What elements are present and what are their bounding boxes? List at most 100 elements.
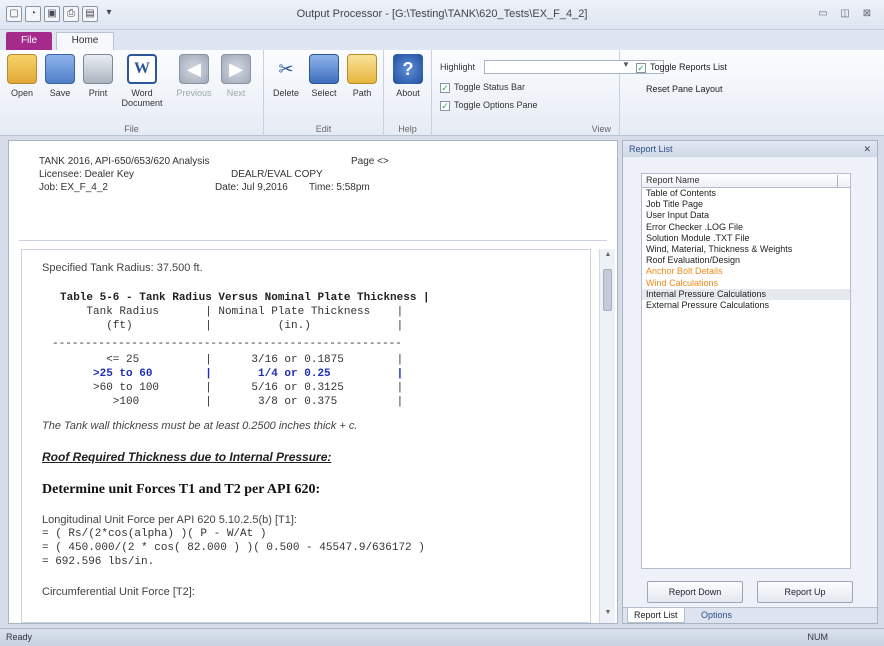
header-date: Date: Jul 9,2016 <box>215 182 288 193</box>
report-up-button[interactable]: Report Up <box>757 581 853 603</box>
edit-group: ✂ Delete Select Path Edit <box>264 50 384 136</box>
report-viewer: TANK 2016, API-650/653/620 Analysis Page… <box>8 140 618 624</box>
table-row: <= 25 | 3/16 or 0.1875 | <box>60 354 404 366</box>
delete-button[interactable]: ✂ Delete <box>268 54 304 98</box>
reset-pane-layout[interactable]: Reset Pane Layout <box>646 84 723 94</box>
minimize-icon[interactable]: ▭ <box>814 6 832 22</box>
report-list: Report Name Table of Contents Job Title P… <box>641 173 851 569</box>
help-group-label: Help <box>398 124 417 134</box>
help-group: ? About Help <box>384 50 432 136</box>
report-list-item[interactable]: External Pressure Calculations <box>642 300 850 311</box>
vertical-scrollbar[interactable]: ▲ ▼ <box>599 249 615 623</box>
tab-options[interactable]: Options <box>695 608 738 623</box>
highlight-label: Highlight <box>440 62 476 72</box>
min-thickness-note: The Tank wall thickness must be at least… <box>42 420 358 432</box>
arrow-right-icon: ▶ <box>221 54 251 84</box>
unit-forces-heading: Determine unit Forces T1 and T2 per API … <box>42 482 321 497</box>
arrow-left-icon: ◀ <box>179 54 209 84</box>
toggle-options-pane[interactable]: ✓ Toggle Options Pane <box>440 100 538 111</box>
help-icon: ? <box>393 54 423 84</box>
equation-result: = 692.596 lbs/in. <box>42 556 155 568</box>
report-list-item[interactable]: Anchor Bolt Details <box>642 266 850 277</box>
roof-thickness-heading: Roof Required Thickness due to Internal … <box>42 450 332 464</box>
word-document-button[interactable]: W Word Document <box>120 54 164 108</box>
print-button[interactable]: Print <box>80 54 116 98</box>
report-list-pane: Report List ✕ Report Name Table of Conte… <box>622 140 878 624</box>
window-title: Output Processor - [G:\Testing\TANK\620_… <box>296 8 588 20</box>
select-button[interactable]: Select <box>306 54 342 98</box>
table-row-highlighted: >25 to 60 | 1/4 or 0.25 | <box>60 368 404 380</box>
scroll-down-icon[interactable]: ▼ <box>600 609 616 621</box>
tab-home[interactable]: Home <box>56 32 114 50</box>
chevron-down-icon[interactable]: ▼ <box>622 60 630 69</box>
toggle-status-bar[interactable]: ✓ Toggle Status Bar <box>440 82 525 93</box>
about-button[interactable]: ? About <box>390 54 426 98</box>
report-header: TANK 2016, API-650/653/620 Analysis Page… <box>19 149 607 241</box>
report-list-item[interactable]: User Input Data <box>642 210 850 221</box>
status-text: Ready <box>6 632 33 642</box>
tab-file[interactable]: File <box>6 32 52 50</box>
num-lock-indicator: NUM <box>807 632 829 642</box>
file-group-label: File <box>124 124 139 134</box>
maximize-icon[interactable]: ◫ <box>836 6 854 22</box>
checkbox-icon[interactable]: ✓ <box>440 100 450 111</box>
report-list-item[interactable]: Table of Contents <box>642 188 850 199</box>
report-down-button[interactable]: Report Down <box>647 581 743 603</box>
header-page: Page <> <box>351 156 389 167</box>
report-name-column-header[interactable]: Report Name <box>642 174 850 188</box>
previous-button[interactable]: ◀ Previous <box>174 54 214 98</box>
circumferential-force-label: Circumferential Unit Force [T2]: <box>42 586 195 598</box>
view-group-label: View <box>591 124 611 134</box>
edit-group-label: Edit <box>315 124 332 134</box>
scroll-thumb[interactable] <box>603 269 612 311</box>
header-copy: DEALR/EVAL COPY <box>231 169 323 180</box>
longitudinal-force-label: Longitudinal Unit Force per API 620 5.10… <box>42 514 297 526</box>
path-button[interactable]: Path <box>344 54 380 98</box>
report-list-item[interactable]: Roof Evaluation/Design <box>642 255 850 266</box>
report-list-item[interactable]: Solution Module .TXT File <box>642 233 850 244</box>
save-button[interactable]: Save <box>42 54 78 98</box>
ribbon-tabs: File Home <box>0 30 884 50</box>
report-list-item[interactable]: Internal Pressure Calculations <box>642 288 850 301</box>
printer-icon <box>83 54 113 84</box>
table-row: >60 to 100 | 5/16 or 0.3125 | <box>60 382 404 394</box>
file-group: Open Save Print W Word Document ◀ Previo… <box>0 50 264 136</box>
header-time: Time: 5:58pm <box>309 182 370 193</box>
window-controls: ▭ ◫ ⊠ <box>814 6 876 22</box>
table-divider: ----------------------------------------… <box>52 338 402 350</box>
open-button[interactable]: Open <box>4 54 40 98</box>
report-pane-tabs: Report List Options <box>623 607 877 623</box>
tab-report-list[interactable]: Report List <box>627 608 685 623</box>
scroll-up-icon[interactable]: ▲ <box>600 251 616 263</box>
floppy-icon <box>45 54 75 84</box>
table-title: Table 5-6 - Tank Radius Versus Nominal P… <box>60 292 430 304</box>
report-items: Table of Contents Job Title Page User Inpu… <box>642 188 850 311</box>
scissors-icon: ✂ <box>278 59 294 79</box>
header-licensee: Licensee: Dealer Key <box>39 169 135 180</box>
checkbox-icon[interactable]: ✓ <box>636 62 646 73</box>
toggle-reports-list[interactable]: ✓ Toggle Reports List <box>636 62 727 73</box>
table-col-head-2: (ft) | (in.) | <box>60 320 404 332</box>
table-col-head-1: Tank Radius | Nominal Plate Thickness | <box>60 306 404 318</box>
equation-line: = ( 450.000/(2 * cos( 82.000 ) )( 0.500 … <box>42 542 425 554</box>
report-list-item[interactable]: Job Title Page <box>642 199 850 210</box>
status-bar: Ready NUM <box>0 628 884 646</box>
tank-radius-line: Specified Tank Radius: 37.500 ft. <box>42 262 203 274</box>
equation-line: = ( Rs/(2*cos(alpha) )( P - W/At ) <box>42 528 267 540</box>
checkbox-icon[interactable]: ✓ <box>440 82 450 93</box>
ribbon: Open Save Print W Word Document ◀ Previo… <box>0 50 884 136</box>
report-list-item[interactable]: Wind Calculations <box>642 278 850 289</box>
pin-close-icon[interactable]: ✕ <box>863 141 871 157</box>
report-list-item[interactable]: Error Checker .LOG File <box>642 222 850 233</box>
close-icon[interactable]: ⊠ <box>858 6 876 22</box>
report-list-item[interactable]: Wind, Material, Thickness & Weights <box>642 244 850 255</box>
path-folder-icon <box>347 54 377 84</box>
header-program: TANK 2016, API-650/653/620 Analysis <box>39 156 210 167</box>
table-row: >100 | 3/8 or 0.375 | <box>60 396 404 408</box>
next-button[interactable]: ▶ Next <box>218 54 254 98</box>
title-bar: ▢ ◔ ▣ ⎙ ▤ ▾ Output Processor - [G:\Testi… <box>0 0 884 30</box>
report-content: Specified Tank Radius: 37.500 ft. Table … <box>21 249 591 623</box>
select-icon <box>309 54 339 84</box>
word-icon: W <box>127 54 157 84</box>
folder-icon <box>7 54 37 84</box>
